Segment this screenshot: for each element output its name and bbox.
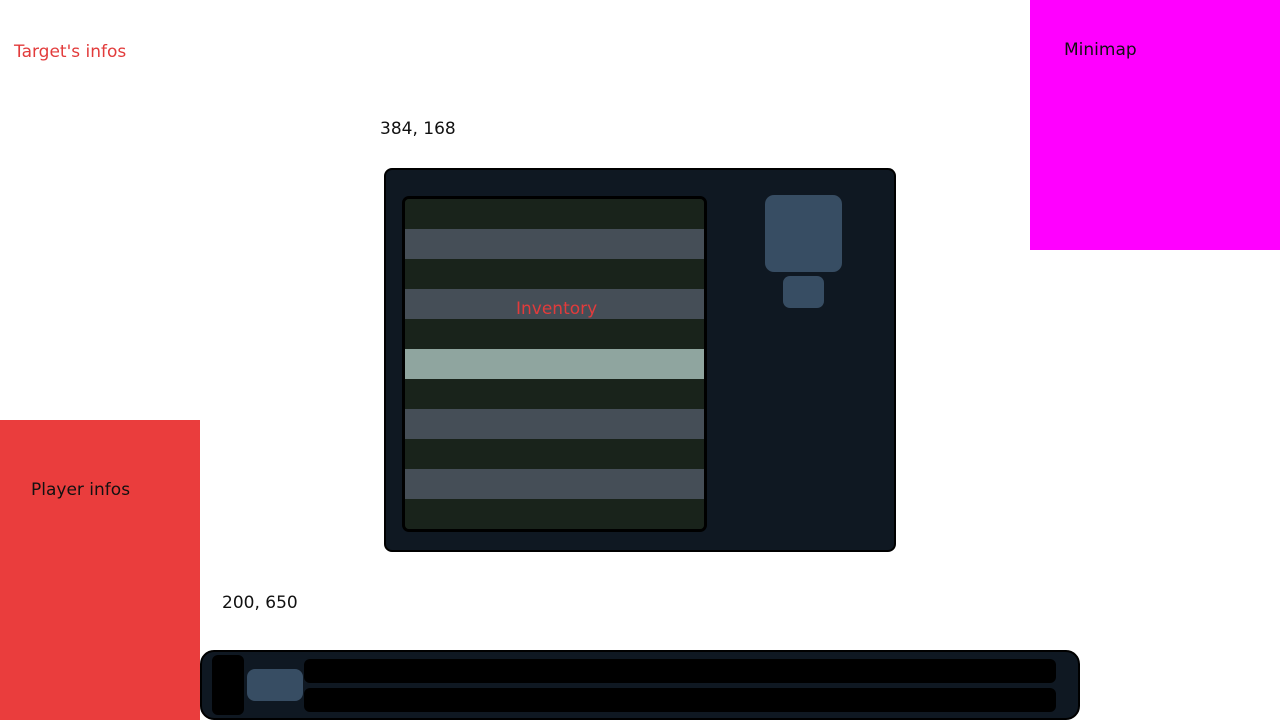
- action-bar: [200, 650, 1080, 720]
- inventory-window: Inventory: [384, 168, 896, 552]
- inventory-row[interactable]: [405, 469, 704, 499]
- minimap-panel[interactable]: Minimap: [1030, 0, 1280, 250]
- equipment-slot-small[interactable]: [783, 276, 824, 308]
- inventory-row[interactable]: [405, 409, 704, 439]
- minimap-label: Minimap: [1064, 40, 1137, 60]
- inventory-row[interactable]: [405, 259, 704, 289]
- target-infos-label: Target's infos: [14, 42, 127, 62]
- inventory-row[interactable]: [405, 439, 704, 469]
- inventory-row[interactable]: [405, 319, 704, 349]
- equipment-slot-large[interactable]: [765, 195, 842, 272]
- action-bar-track-bottom[interactable]: [304, 688, 1056, 712]
- inventory-row[interactable]: [405, 379, 704, 409]
- inventory-row[interactable]: [405, 229, 704, 259]
- inventory-row[interactable]: [405, 199, 704, 229]
- inventory-list: Inventory: [402, 196, 707, 532]
- action-bar-track-top[interactable]: [304, 659, 1056, 683]
- player-infos-label: Player infos: [31, 480, 131, 500]
- inventory-row-selected[interactable]: [405, 349, 704, 379]
- inventory-coords-label: 384, 168: [380, 119, 456, 139]
- action-bar-slot[interactable]: [247, 669, 303, 701]
- action-bar-handle[interactable]: [212, 655, 244, 715]
- inventory-row[interactable]: [405, 499, 704, 529]
- action-bar-coords-label: 200, 650: [222, 593, 298, 613]
- game-hud: Target's infos Minimap 384, 168 Inventor…: [0, 0, 1280, 720]
- inventory-label: Inventory: [516, 299, 598, 319]
- player-infos-panel: Player infos: [0, 420, 200, 720]
